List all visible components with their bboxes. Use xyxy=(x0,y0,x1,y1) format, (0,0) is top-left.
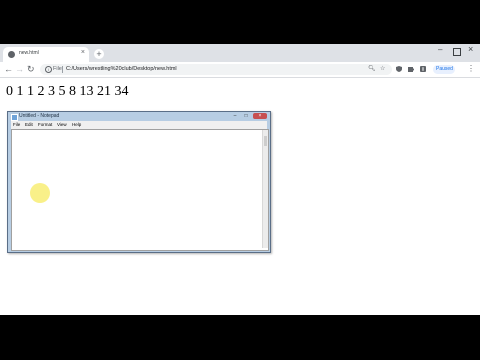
reload-icon[interactable]: ↻ xyxy=(27,64,35,75)
maximize-window-icon[interactable] xyxy=(453,48,461,56)
menu-view[interactable]: View xyxy=(57,122,67,127)
fibonacci-output: 0 1 1 2 3 5 8 13 21 34 xyxy=(6,84,129,99)
vertical-scrollbar[interactable] xyxy=(262,130,268,248)
extension-shield-icon[interactable] xyxy=(396,66,402,72)
forward-arrow-icon[interactable]: → xyxy=(15,64,24,75)
notepad-menubar: File Edit Format View Help xyxy=(11,121,267,129)
address-bar[interactable]: i File C:/Users/wrestling%20club/Desktop… xyxy=(40,64,392,75)
notepad-title: Untitled - Notepad xyxy=(19,113,60,119)
notepad-titlebar[interactable]: Untitled - Notepad – □ × xyxy=(8,112,270,121)
new-tab-button[interactable]: + xyxy=(94,49,104,59)
bookmark-star-icon[interactable]: ☆ xyxy=(380,65,385,72)
info-icon[interactable]: i xyxy=(45,66,52,73)
notepad-icon xyxy=(11,114,18,121)
menu-edit[interactable]: Edit xyxy=(25,122,33,127)
notepad-window: Untitled - Notepad – □ × File Edit Forma… xyxy=(7,111,271,253)
notepad-close-button[interactable]: × xyxy=(253,113,267,119)
paused-label: Paused xyxy=(436,66,453,72)
menu-format[interactable]: Format xyxy=(38,122,52,127)
scheme-label: File xyxy=(53,66,62,72)
browser-tab[interactable]: new.html × xyxy=(3,47,89,62)
tab-close-icon[interactable]: × xyxy=(81,49,85,56)
back-arrow-icon[interactable]: ← xyxy=(4,64,13,75)
menu-file[interactable]: File xyxy=(13,122,20,127)
globe-icon xyxy=(8,51,15,58)
mouse-cursor-highlight xyxy=(30,183,50,203)
omnibox-divider xyxy=(62,66,63,73)
tab-title: new.html xyxy=(19,50,39,56)
minimize-window-icon[interactable]: – xyxy=(438,46,442,54)
scrollbar-thumb[interactable] xyxy=(264,136,267,146)
tab-strip: new.html × + – × xyxy=(0,44,480,62)
close-window-icon[interactable]: × xyxy=(468,45,473,54)
zoom-icon[interactable]: 🔍︎ xyxy=(368,65,376,72)
extension-puzzle-icon[interactable] xyxy=(408,66,414,72)
screen: new.html × + – × ← → ↻ i File C:/Users/w… xyxy=(0,44,480,315)
paused-sync-button[interactable]: Paused xyxy=(433,65,455,74)
notepad-minimize-button[interactable]: – xyxy=(231,113,239,119)
browser-toolbar: ← → ↻ i File C:/Users/wrestling%20club/D… xyxy=(0,62,480,78)
notepad-maximize-button[interactable]: □ xyxy=(242,113,250,119)
more-menu-icon[interactable]: ⋮ xyxy=(467,64,475,74)
extension-info-icon[interactable] xyxy=(420,66,426,72)
menu-help[interactable]: Help xyxy=(72,122,81,127)
url-text[interactable]: C:/Users/wrestling%20club/Desktop/new.ht… xyxy=(66,66,177,72)
